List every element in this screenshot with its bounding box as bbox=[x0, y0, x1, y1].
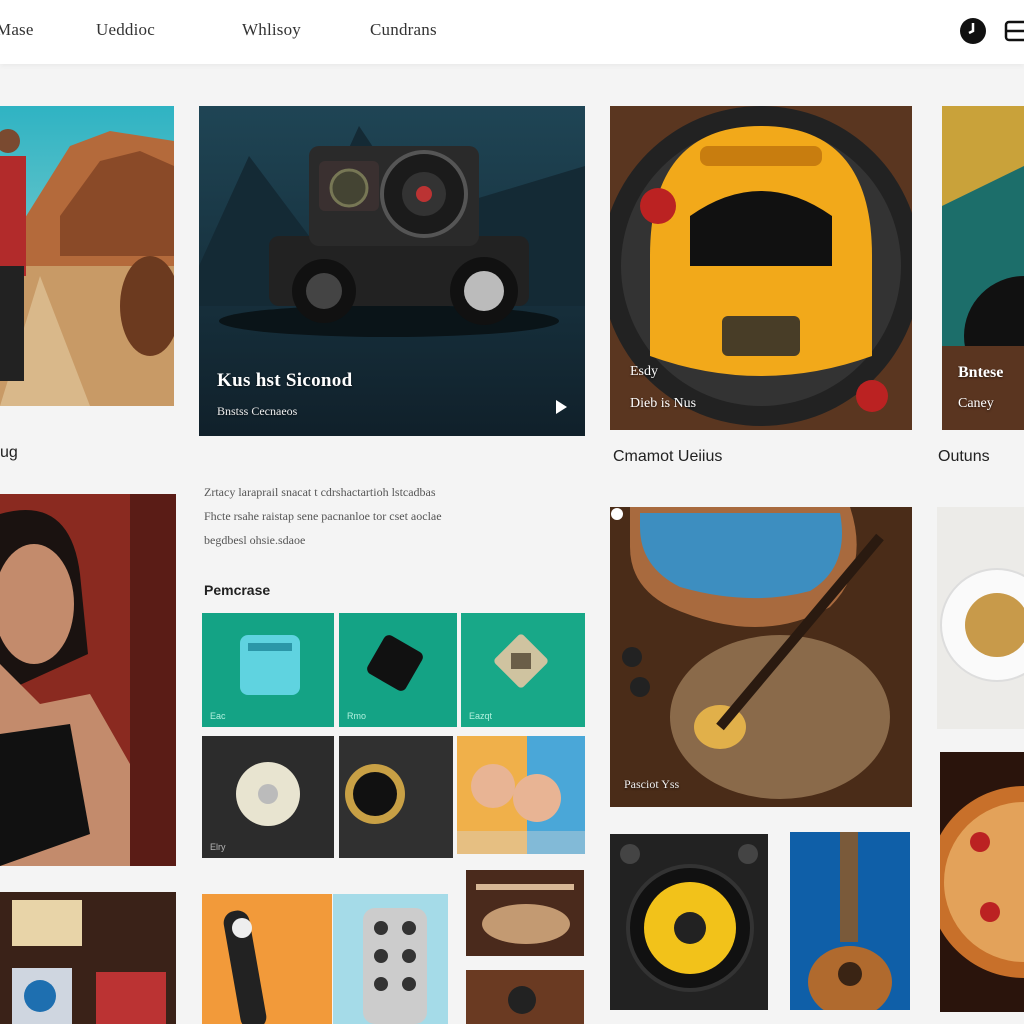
top-nav-bar: Mase Ueddioc Whlisoy Cundrans bbox=[0, 0, 1024, 64]
shelf-photo bbox=[0, 892, 176, 1024]
portrait-photo bbox=[0, 494, 176, 866]
nav-item-2[interactable]: Ueddioc bbox=[96, 20, 155, 40]
card-portrait[interactable] bbox=[0, 494, 176, 866]
tile-teal-2[interactable]: Rmo bbox=[339, 613, 457, 727]
food-photo bbox=[940, 752, 1024, 1012]
remote-photo bbox=[333, 894, 448, 1024]
card-food[interactable] bbox=[940, 752, 1024, 1012]
card-shelf[interactable] bbox=[0, 892, 176, 1024]
tile-teal-2-photo bbox=[339, 613, 457, 727]
tile-teal-3-label: Eazqt bbox=[469, 711, 493, 721]
tile-dark-2[interactable] bbox=[339, 736, 453, 858]
card-desert-traveler[interactable] bbox=[0, 106, 174, 406]
coffee-photo bbox=[937, 507, 1024, 729]
small-object-photo bbox=[466, 970, 584, 1024]
orange-device-photo bbox=[202, 894, 332, 1024]
yellow-car-line2: Dieb is Nus bbox=[630, 396, 697, 411]
tile-dark-1-label: Elry bbox=[210, 842, 226, 852]
desert-photo bbox=[0, 106, 174, 406]
menu-icon[interactable] bbox=[1003, 16, 1024, 46]
acoustic-guitar-photo bbox=[790, 832, 910, 1010]
yellow-car-photo bbox=[610, 106, 912, 430]
dining-photo bbox=[466, 870, 584, 956]
tile-photo-faces[interactable] bbox=[457, 736, 585, 854]
card-dining[interactable] bbox=[466, 870, 584, 956]
info-icon[interactable] bbox=[610, 507, 624, 521]
card-coffee[interactable] bbox=[937, 507, 1024, 729]
card-caption-yellow-car: Cmamot Ueiius bbox=[613, 448, 723, 465]
card-caption-right-top: Outuns bbox=[938, 448, 990, 465]
tile-photo-faces-photo bbox=[457, 736, 585, 854]
nav-item-4[interactable]: Cundrans bbox=[370, 20, 437, 40]
card-speaker[interactable] bbox=[610, 834, 768, 1010]
featured-subtitle: Bnstss Cecnaeos bbox=[217, 404, 298, 418]
tile-teal-1-label: Eac bbox=[210, 711, 226, 721]
card-acoustic-guitar[interactable] bbox=[790, 832, 910, 1010]
card-small-object[interactable] bbox=[466, 970, 584, 1024]
right-top-line1: Bntese bbox=[958, 364, 1004, 381]
speaker-photo bbox=[610, 834, 768, 1010]
card-caption-left-top: ug bbox=[0, 444, 18, 461]
section-label: Pemcrase bbox=[204, 582, 271, 598]
card-right-top[interactable]: Bntese Caney bbox=[942, 106, 1024, 430]
guitar-label: Pasciot Yss bbox=[624, 777, 680, 791]
nav-item-1[interactable]: Mase bbox=[0, 20, 34, 40]
tile-dark-2-photo bbox=[339, 736, 453, 858]
nav-item-3[interactable]: Whlisoy bbox=[242, 20, 301, 40]
card-yellow-car[interactable]: Esdy Dieb is Nus bbox=[610, 106, 912, 430]
right-top-line2: Caney bbox=[958, 396, 994, 411]
tile-dark-1-photo bbox=[202, 736, 334, 858]
guitar-photo bbox=[610, 507, 912, 807]
clock-icon[interactable] bbox=[958, 16, 988, 46]
yellow-car-line1: Esdy bbox=[630, 364, 658, 379]
tile-teal-2-label: Rmo bbox=[347, 711, 367, 721]
card-orange-device[interactable] bbox=[202, 894, 332, 1024]
card-remote[interactable] bbox=[333, 894, 448, 1024]
card-guitar[interactable]: Pasciot Yss bbox=[610, 507, 912, 807]
tile-teal-3-photo bbox=[461, 613, 585, 727]
play-icon[interactable] bbox=[556, 400, 567, 414]
tile-teal-1-photo bbox=[202, 613, 334, 727]
tile-dark-1[interactable]: Elry bbox=[202, 736, 334, 858]
featured-title: Kus hst Siconod bbox=[217, 370, 353, 391]
card-featured-vehicle[interactable]: Kus hst Siconod Bnstss Cecnaeos bbox=[199, 106, 585, 436]
tile-teal-3[interactable]: Eazqt bbox=[461, 613, 585, 727]
tile-teal-1[interactable]: Eac bbox=[202, 613, 334, 727]
description-text: Zrtacy laraprail snacat t cdrshactartioh… bbox=[204, 485, 442, 547]
